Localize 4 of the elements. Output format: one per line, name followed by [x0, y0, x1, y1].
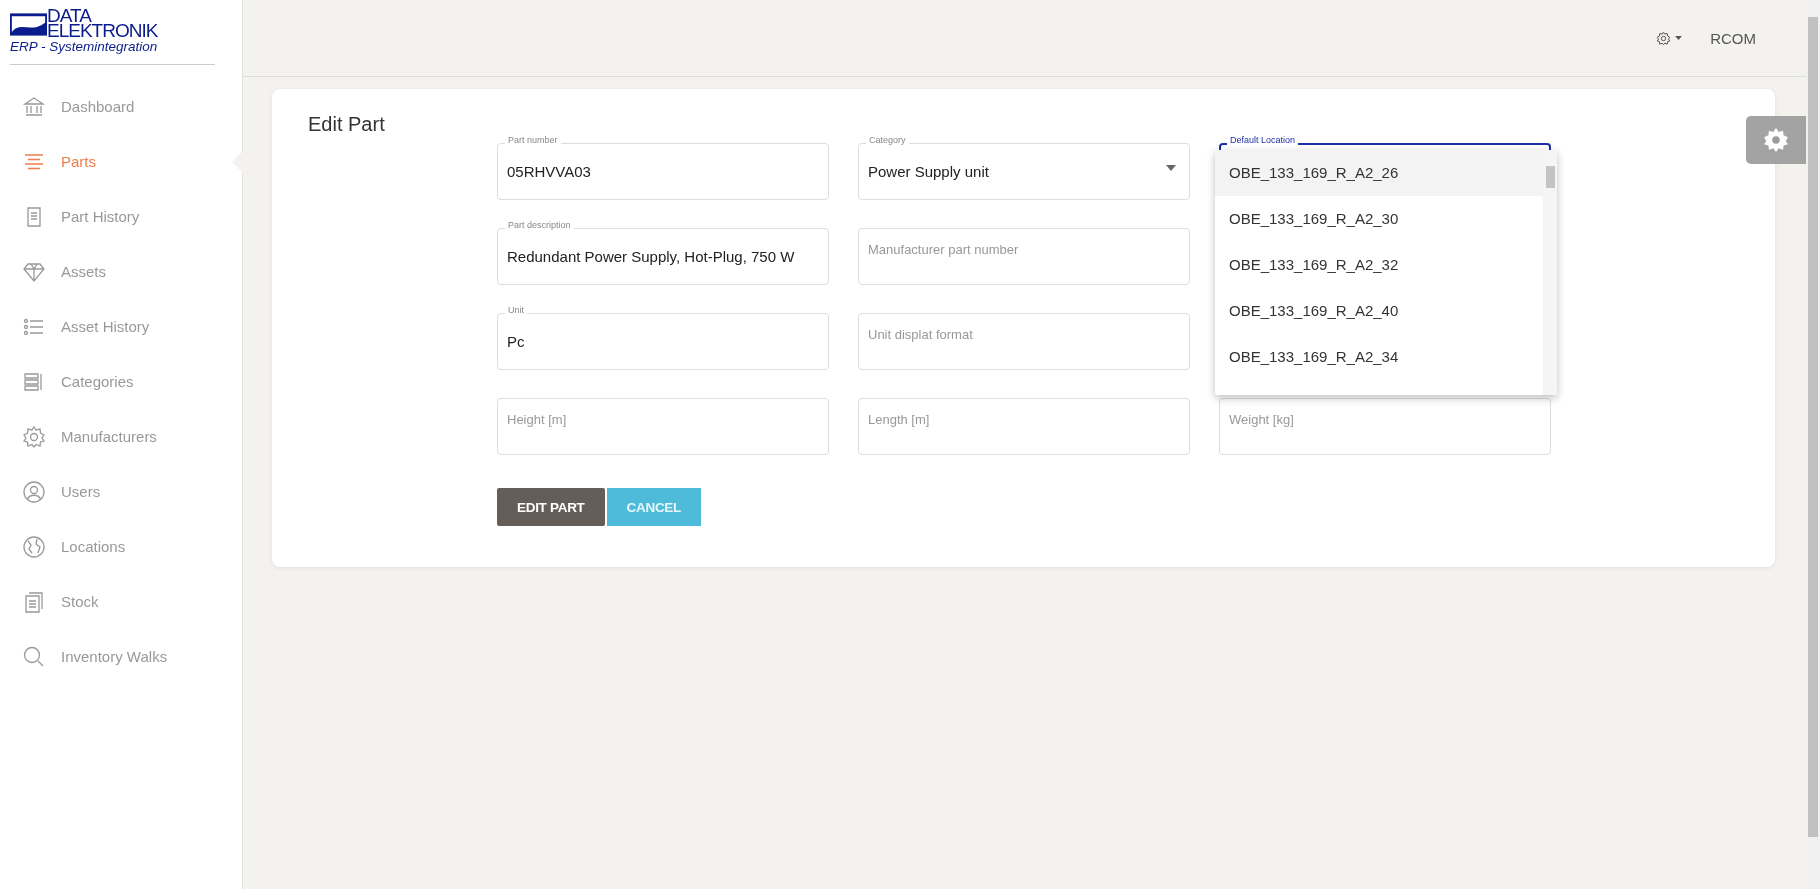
logo-text: DATA	[47, 8, 92, 23]
logo-tagline: ERP - Systemintegration	[10, 39, 159, 54]
page-title: Edit Part	[308, 113, 386, 136]
logo-text: ELEKTRONIK	[47, 23, 159, 38]
